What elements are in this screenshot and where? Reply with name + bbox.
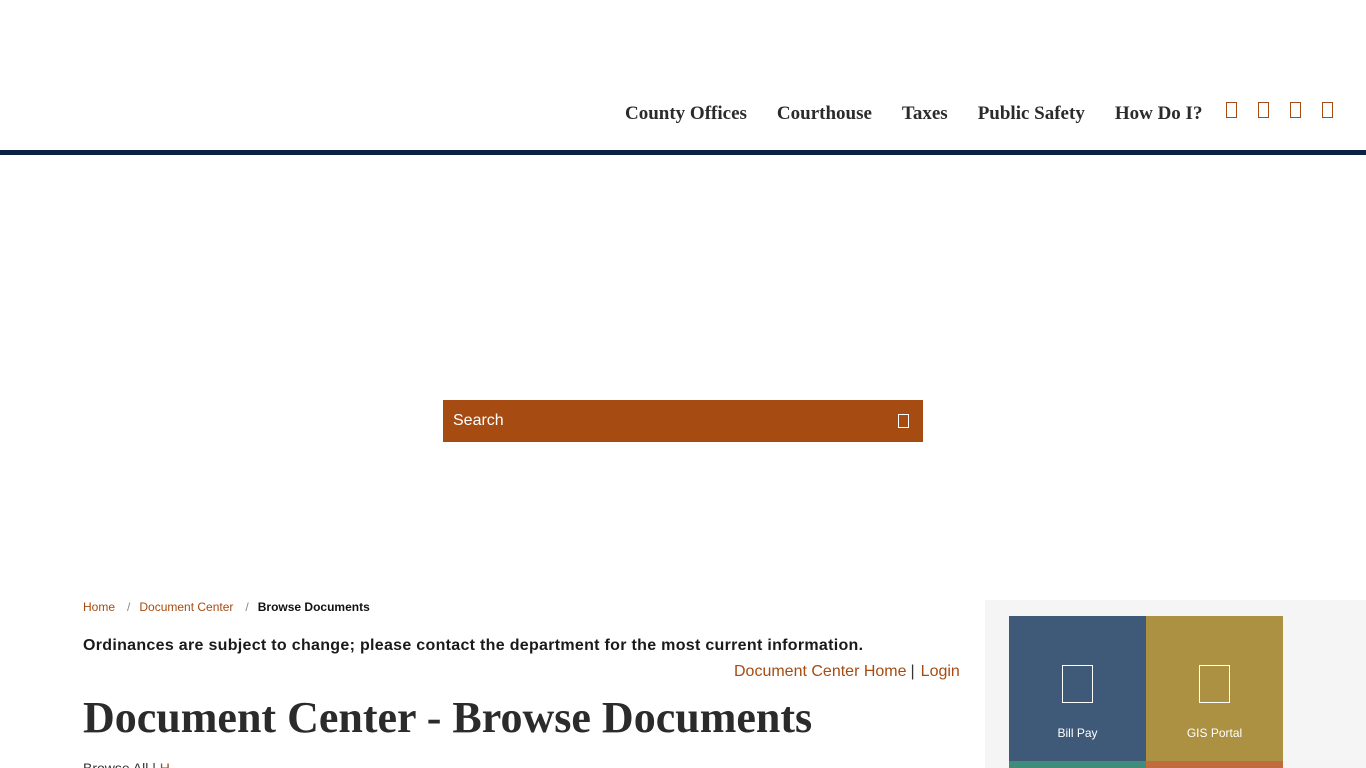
bill-pay-tile[interactable]: Bill Pay bbox=[1009, 616, 1146, 761]
social-icon-3[interactable] bbox=[1290, 102, 1301, 118]
social-icons bbox=[1226, 102, 1354, 118]
social-icon-1[interactable] bbox=[1226, 102, 1237, 118]
links-separator: | bbox=[910, 663, 915, 680]
gis-portal-icon bbox=[1199, 665, 1230, 703]
quick-links-sidebar: Bill Pay GIS Portal bbox=[985, 600, 1366, 768]
browse-link[interactable]: Н bbox=[160, 760, 170, 768]
header-divider bbox=[0, 150, 1366, 155]
breadcrumb-current: Browse Documents bbox=[257, 600, 370, 614]
browse-line: Browse All | Н bbox=[83, 760, 170, 768]
breadcrumb: Home / Document Center / Browse Document… bbox=[83, 600, 370, 614]
nav-public-safety[interactable]: Public Safety bbox=[963, 103, 1100, 125]
gis-portal-label: GIS Portal bbox=[1186, 726, 1243, 740]
document-center-home-link[interactable]: Document Center Home bbox=[734, 663, 907, 680]
breadcrumb-separator: / bbox=[127, 600, 131, 614]
quick-link-tile-4[interactable] bbox=[1146, 761, 1283, 768]
quick-link-tile-3[interactable] bbox=[1009, 761, 1146, 768]
search-bar[interactable]: Search bbox=[443, 400, 923, 442]
nav-taxes[interactable]: Taxes bbox=[887, 103, 963, 125]
site-header: County Offices Courthouse Taxes Public S… bbox=[0, 0, 1366, 150]
nav-how-do-i[interactable]: How Do I? bbox=[1100, 103, 1218, 125]
breadcrumb-home[interactable]: Home bbox=[83, 600, 115, 614]
page: County Offices Courthouse Taxes Public S… bbox=[0, 0, 1366, 768]
bill-pay-icon bbox=[1062, 665, 1093, 703]
nav-courthouse[interactable]: Courthouse bbox=[762, 103, 887, 125]
login-link[interactable]: Login bbox=[921, 663, 960, 680]
search-icon[interactable] bbox=[898, 414, 909, 428]
main-nav: County Offices Courthouse Taxes Public S… bbox=[610, 100, 1217, 128]
browse-text: Browse All | bbox=[83, 760, 156, 768]
social-icon-2[interactable] bbox=[1258, 102, 1269, 118]
social-icon-4[interactable] bbox=[1322, 102, 1333, 118]
document-links: Document Center Home | Login bbox=[734, 663, 960, 681]
search-input[interactable]: Search bbox=[453, 412, 898, 430]
breadcrumb-separator: / bbox=[245, 600, 249, 614]
nav-county-offices[interactable]: County Offices bbox=[610, 103, 762, 125]
gis-portal-tile[interactable]: GIS Portal bbox=[1146, 616, 1283, 761]
breadcrumb-document-center[interactable]: Document Center bbox=[139, 600, 233, 614]
page-title: Document Center - Browse Documents bbox=[83, 693, 813, 742]
bill-pay-label: Bill Pay bbox=[1057, 726, 1098, 740]
ordinance-notice: Ordinances are subject to change; please… bbox=[83, 637, 864, 654]
